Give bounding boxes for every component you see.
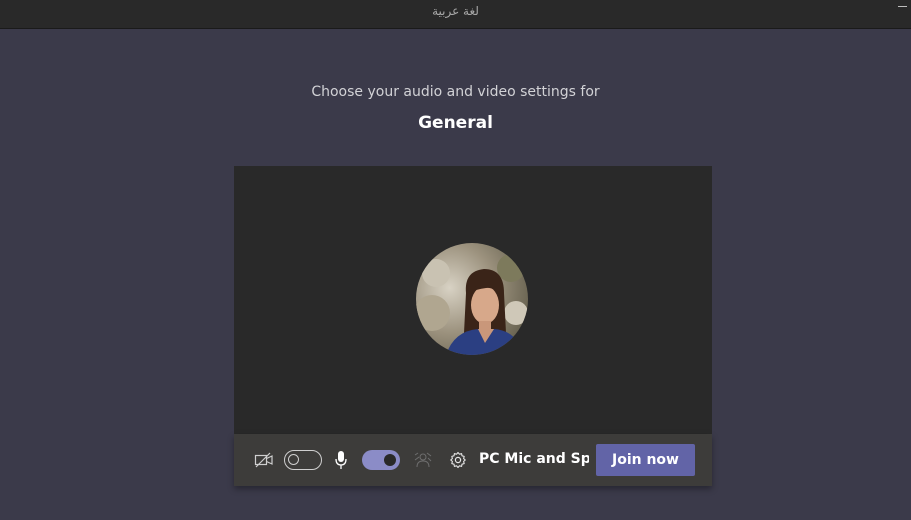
mic-toggle-knob	[384, 454, 396, 466]
microphone-icon[interactable]	[334, 450, 348, 470]
settings-prompt: Choose your audio and video settings for	[311, 84, 600, 100]
title-bar: لغة عربية	[0, 0, 911, 29]
camera-toggle-knob	[288, 454, 299, 465]
meeting-title: General	[418, 113, 493, 133]
window-title: لغة عربية	[432, 4, 479, 18]
minimize-button[interactable]	[895, 0, 909, 14]
video-preview	[234, 166, 712, 434]
camera-off-icon[interactable]	[254, 451, 274, 469]
control-bar: PC Mic and Sp... Join now	[234, 434, 712, 486]
gear-icon[interactable]	[449, 451, 467, 469]
background-blur-icon[interactable]	[414, 452, 432, 468]
mic-toggle[interactable]	[362, 450, 400, 470]
audio-device-label[interactable]: PC Mic and Sp...	[479, 451, 589, 467]
camera-toggle[interactable]	[284, 450, 322, 470]
avatar	[416, 243, 528, 355]
join-now-button[interactable]: Join now	[596, 444, 695, 476]
